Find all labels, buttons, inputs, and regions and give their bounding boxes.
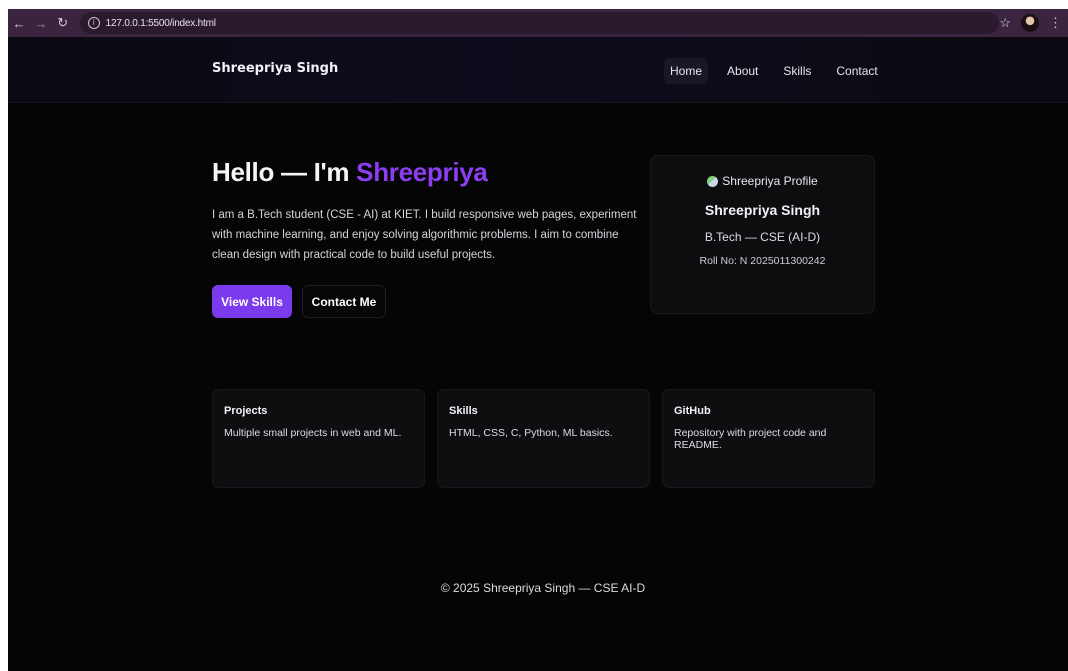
nav-about[interactable]: About xyxy=(721,58,764,84)
card-text: Repository with project code and README. xyxy=(674,427,827,451)
profile-card: Shreepriya Profile Shreepriya Singh B.Te… xyxy=(650,155,875,314)
site-header: Shreepriya Singh Home About Skills Conta… xyxy=(8,37,1068,103)
card-title: Skills xyxy=(449,405,478,417)
card-text: Multiple small projects in web and ML. xyxy=(224,427,402,439)
back-icon[interactable]: ← xyxy=(8,16,30,31)
profile-name: Shreepriya Singh xyxy=(704,202,821,218)
address-url: 127.0.0.1:5500/index.html xyxy=(105,17,216,29)
reload-icon[interactable]: ↻ xyxy=(52,15,74,31)
view-skills-button[interactable]: View Skills xyxy=(212,285,292,318)
forward-icon[interactable]: → xyxy=(30,16,52,31)
broken-image-icon xyxy=(707,175,719,187)
profile-image: Shreepriya Profile xyxy=(651,174,874,188)
site-footer: © 2025 Shreepriya Singh — CSE AI-D xyxy=(440,581,646,595)
hero-greeting: Hello — I'm xyxy=(212,157,357,187)
card-title: Projects xyxy=(224,405,268,417)
card-title: GitHub xyxy=(674,405,711,417)
hero-title: Hello — I'm Shreepriya xyxy=(212,157,488,188)
browser-toolbar: ← → ↻ i 127.0.0.1:5500/index.html ☆ ⋮ xyxy=(8,9,1068,37)
nav-home[interactable]: Home xyxy=(664,58,709,84)
profile-degree: B.Tech — CSE (AI-D) xyxy=(704,230,821,244)
profile-avatar-icon[interactable] xyxy=(1021,14,1039,32)
site-info-icon[interactable]: i xyxy=(87,17,100,29)
card-projects: Projects Multiple small projects in web … xyxy=(212,389,425,488)
page-viewport: ← → ↻ i 127.0.0.1:5500/index.html ☆ ⋮ Sh… xyxy=(8,9,1068,671)
bookmark-star-icon[interactable]: ☆ xyxy=(999,15,1011,31)
hero-intro: I am a B.Tech student (CSE - AI) at KIET… xyxy=(212,209,637,261)
nav-contact[interactable]: Contact xyxy=(830,58,883,84)
site-brand[interactable]: Shreepriya Singh xyxy=(212,61,338,76)
nav-skills[interactable]: Skills xyxy=(777,58,817,84)
card-github: GitHub Repository with project code and … xyxy=(662,389,875,488)
card-skills: Skills HTML, CSS, C, Python, ML basics. xyxy=(437,389,650,488)
hero-name-highlight: Shreepriya xyxy=(356,157,488,187)
card-text: HTML, CSS, C, Python, ML basics. xyxy=(449,427,613,439)
profile-image-alt: Shreepriya Profile xyxy=(722,174,818,188)
menu-kebab-icon[interactable]: ⋮ xyxy=(1049,15,1062,31)
contact-me-button[interactable]: Contact Me xyxy=(302,285,386,318)
main-nav: Home About Skills Contact xyxy=(664,58,897,84)
address-bar[interactable]: i 127.0.0.1:5500/index.html xyxy=(79,12,1000,34)
profile-roll-number: Roll No: N 2025011300242 xyxy=(699,255,826,267)
